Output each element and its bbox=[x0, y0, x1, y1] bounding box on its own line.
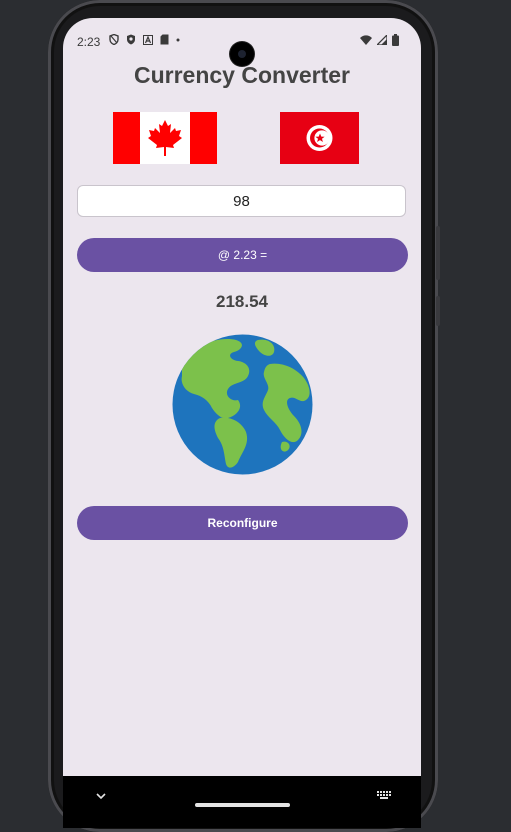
status-time: 2:23 bbox=[77, 35, 101, 49]
status-icons-right bbox=[360, 34, 399, 46]
phone-screen: 2:23 Currency Converter @ 2.23 = 218.54 bbox=[63, 18, 421, 828]
tunisia-flag[interactable] bbox=[280, 112, 359, 164]
amount-input[interactable] bbox=[77, 185, 406, 217]
globe-icon bbox=[172, 334, 313, 475]
status-bar: 2:23 bbox=[63, 32, 421, 66]
reconfigure-button[interactable]: Reconfigure bbox=[77, 506, 408, 540]
canada-flag[interactable] bbox=[113, 112, 217, 164]
convert-button[interactable]: @ 2.23 = bbox=[77, 238, 408, 272]
shield-icon bbox=[127, 34, 135, 45]
status-icons-left bbox=[109, 34, 180, 45]
vpn-shield-icon bbox=[109, 34, 119, 45]
volume-button bbox=[436, 226, 440, 280]
font-icon bbox=[143, 34, 153, 45]
power-button bbox=[436, 296, 440, 326]
sd-card-icon bbox=[160, 34, 169, 45]
dot-icon bbox=[176, 38, 180, 41]
navigation-bar bbox=[63, 776, 421, 828]
chevron-down-icon[interactable] bbox=[95, 790, 107, 802]
conversion-result: 218.54 bbox=[216, 292, 268, 311]
page-title: Currency Converter bbox=[133, 62, 351, 88]
wifi-icon bbox=[360, 35, 372, 45]
signal-icon bbox=[377, 35, 387, 45]
battery-icon bbox=[392, 34, 399, 46]
keyboard-icon[interactable] bbox=[377, 790, 391, 802]
home-pill[interactable] bbox=[195, 803, 290, 807]
